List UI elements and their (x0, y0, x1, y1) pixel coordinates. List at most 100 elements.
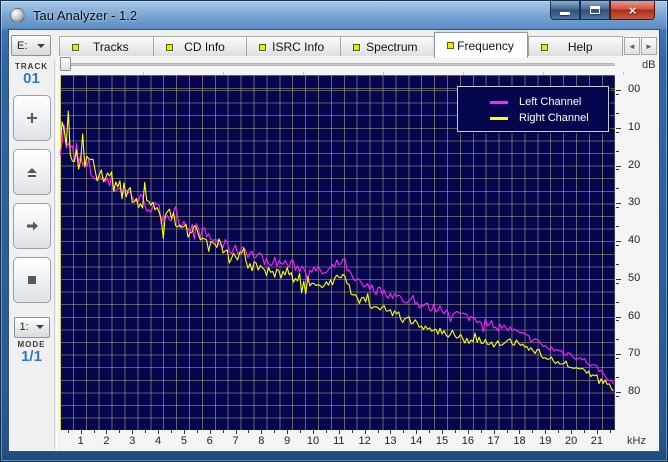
close-icon: × (628, 2, 637, 18)
next-button[interactable] (12, 202, 51, 249)
x-tick (390, 430, 392, 434)
eject-button[interactable] (12, 148, 51, 195)
close-button[interactable]: × (610, 1, 655, 20)
y-minor-tick (616, 244, 619, 246)
y-tick (616, 316, 621, 318)
y-minor-tick (616, 207, 619, 209)
x-tick-label: 21 (590, 435, 604, 447)
y-tick-label: 50 (628, 271, 641, 284)
x-minor-tick (171, 430, 172, 433)
x-minor-tick (609, 430, 611, 433)
slider-tick (223, 72, 224, 75)
x-tick (312, 430, 314, 434)
client-area: E: Tracks CD Info ISRC Info Spectrum Fre… (8, 29, 660, 452)
tab-indicator-icon (446, 42, 454, 49)
y-tick (616, 90, 621, 92)
tab-scroll-buttons: ◄ ► (624, 37, 657, 55)
y-minor-tick (616, 131, 619, 133)
series-right-channel (60, 110, 614, 392)
x-tick-label: 12 (358, 435, 371, 447)
y-minor-tick (616, 188, 619, 190)
x-minor-tick (325, 430, 327, 433)
tab-indicator-icon (541, 43, 549, 51)
x-tick-label: 14 (410, 435, 423, 447)
x-tick-label: 8 (258, 435, 265, 447)
x-minor-tick (222, 430, 224, 433)
x-minor-tick (300, 430, 302, 433)
drive-select[interactable]: E: (11, 35, 51, 56)
window-title: Tau Analyzer - 1.2 (33, 7, 138, 23)
x-minor-tick (351, 430, 353, 433)
legend-swatch (490, 100, 508, 104)
x-tick (106, 430, 108, 434)
x-tick-label: 13 (384, 435, 397, 447)
x-minor-tick (119, 430, 121, 433)
slider-tick (143, 72, 144, 75)
x-minor-tick (506, 430, 508, 433)
plot-area: Left Channel Right Channel (60, 75, 615, 430)
sidebar: TRACK 01 1: MODE 1/1 (9, 60, 55, 449)
x-tick (209, 430, 211, 434)
add-button[interactable] (12, 94, 51, 141)
legend-swatch (490, 116, 508, 120)
x-minor-tick (248, 430, 250, 433)
tab-indicator-icon (353, 43, 361, 51)
x-tick (596, 430, 598, 434)
x-tick (287, 430, 289, 434)
tab-cd-info[interactable]: CD Info (152, 36, 247, 58)
y-tick-label: 60 (628, 309, 641, 322)
x-tick (158, 430, 160, 434)
x-minor-tick (93, 430, 95, 433)
x-minor-tick (532, 430, 534, 433)
x-minor-tick (558, 430, 560, 433)
slider-tick (303, 72, 304, 75)
mode-select[interactable]: 1: (13, 316, 50, 338)
chart-legend: Left Channel Right Channel (457, 86, 609, 132)
window-controls: × (550, 1, 655, 20)
x-minor-tick (67, 430, 69, 433)
tab-tracks[interactable]: Tracks (59, 36, 153, 58)
x-tick (80, 430, 82, 434)
legend-label: Right Channel (519, 112, 589, 124)
x-tick (364, 430, 366, 434)
stop-button[interactable] (12, 256, 51, 303)
x-tick (493, 430, 495, 434)
y-axis-unit-label: dB (642, 59, 656, 71)
y-tick (616, 127, 621, 129)
x-tick (442, 430, 444, 434)
x-minor-tick (480, 430, 482, 433)
x-minor-tick (145, 430, 147, 433)
eject-icon (26, 167, 37, 177)
y-minor-tick (616, 339, 619, 341)
tabs-scroll-right-button[interactable]: ► (641, 37, 657, 55)
tab-spectrum[interactable]: Spectrum (340, 36, 434, 58)
tab-indicator-icon (72, 43, 79, 51)
x-tick-label: 5 (180, 435, 187, 447)
tab-frequency[interactable]: Frequency (433, 32, 529, 58)
y-minor-tick (616, 226, 619, 228)
y-tick-label: 00 (628, 83, 641, 96)
tab-indicator-icon (165, 43, 173, 51)
x-tick-label: 6 (206, 435, 213, 447)
maximize-button[interactable] (580, 1, 610, 20)
y-minor-tick (616, 112, 619, 114)
slider-tick (623, 72, 624, 75)
x-axis-unit-label: kHz (627, 435, 646, 447)
position-slider-thumb[interactable] (60, 57, 71, 71)
x-tick-label: 3 (129, 435, 136, 447)
tab-help[interactable]: Help (528, 36, 624, 58)
y-tick (616, 392, 621, 394)
y-minor-tick (616, 358, 619, 360)
tab-label: ISRC Info (272, 40, 325, 54)
y-minor-tick (616, 150, 619, 152)
slider-tick (383, 72, 384, 75)
tabs-scroll-left-button[interactable]: ◄ (624, 37, 640, 55)
position-slider[interactable] (63, 63, 615, 66)
x-minor-tick (454, 430, 456, 433)
minimize-button[interactable] (550, 1, 580, 20)
tab-isrc-info[interactable]: ISRC Info (246, 36, 341, 58)
legend-item: Right Channel (490, 110, 608, 126)
y-tick-label: 80 (628, 385, 641, 398)
x-tick-label: 1 (77, 435, 84, 447)
mode-value: 1/1 (21, 347, 42, 365)
